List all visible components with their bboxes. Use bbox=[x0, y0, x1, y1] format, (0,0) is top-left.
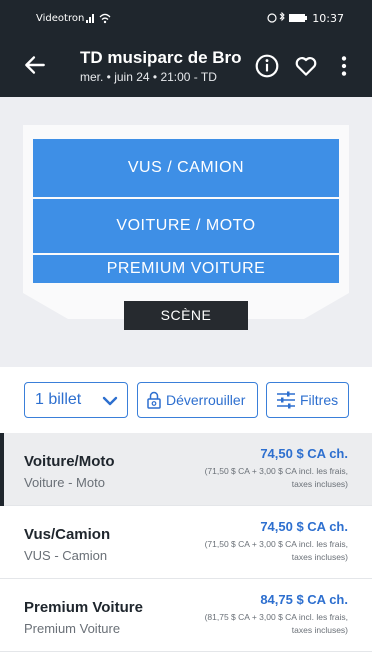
event-title: TD musiparc de Brom bbox=[80, 48, 242, 67]
section-vus-camion[interactable]: VUS / CAMION bbox=[33, 139, 339, 197]
listing-fees-line1: (81,75 $ CA + 3,00 $ CA incl. les frais, bbox=[204, 612, 348, 622]
listing-fees-line2: taxes incluses) bbox=[291, 479, 348, 489]
back-arrow-icon[interactable] bbox=[22, 52, 48, 78]
listing-fees-line1: (71,50 $ CA + 3,00 $ CA incl. les frais, bbox=[204, 466, 348, 476]
quantity-dropdown[interactable]: 1 billet bbox=[24, 382, 128, 418]
listing-fees-line2: taxes incluses) bbox=[291, 552, 348, 562]
more-vertical-icon[interactable] bbox=[331, 53, 357, 79]
listing-name: Vus/Camion bbox=[24, 526, 111, 543]
unlock-button[interactable]: Déverrouiller bbox=[137, 382, 258, 418]
sliders-icon bbox=[277, 391, 295, 409]
listing-subtitle: Voiture - Moto bbox=[24, 475, 105, 490]
filters-label: Filtres bbox=[300, 392, 339, 408]
quantity-label: 1 billet bbox=[35, 391, 82, 408]
listing-price: 74,50 $ CA ch. bbox=[260, 446, 348, 461]
listing-subtitle: Premium Voiture bbox=[24, 621, 121, 636]
section-voiture-moto[interactable]: VOITURE / MOTO bbox=[33, 199, 339, 253]
clock-time: 10:37 bbox=[312, 12, 344, 25]
listing-fees: (71,50 $ CA + 3,00 $ CA incl. les frais,… bbox=[178, 538, 348, 564]
stage-label: SCÈNE bbox=[124, 301, 248, 330]
filters-button[interactable]: Filtres bbox=[266, 382, 349, 418]
status-bar: Videotron 10:37 bbox=[0, 0, 372, 40]
signal-wifi-icon bbox=[86, 13, 111, 24]
listing-vus-camion[interactable]: Vus/Camion VUS - Camion 74,50 $ CA ch. (… bbox=[0, 506, 372, 579]
listing-price: 84,75 $ CA ch. bbox=[260, 592, 348, 607]
heart-icon[interactable] bbox=[293, 53, 319, 79]
chevron-down-icon bbox=[102, 396, 118, 406]
event-subtitle: mer. • juin 24 • 21:00 - TD bbox=[80, 70, 217, 84]
unlock-label: Déverrouiller bbox=[166, 392, 246, 408]
lock-icon bbox=[147, 391, 161, 409]
filter-bar: 1 billet Déverrouiller Filtres bbox=[0, 367, 372, 433]
alarm-bluetooth-battery-icon bbox=[267, 11, 307, 23]
listing-fees: (71,50 $ CA + 3,00 $ CA incl. les frais,… bbox=[178, 465, 348, 491]
carrier-label: Videotron bbox=[36, 13, 85, 24]
venue-map: VUS / CAMION VOITURE / MOTO PREMIUM VOIT… bbox=[0, 97, 372, 367]
listing-fees-line1: (71,50 $ CA + 3,00 $ CA incl. les frais, bbox=[204, 539, 348, 549]
app-bar: TD musiparc de Brom mer. • juin 24 • 21:… bbox=[0, 40, 372, 97]
listing-voiture-moto[interactable]: Voiture/Moto Voiture - Moto 74,50 $ CA c… bbox=[0, 433, 372, 506]
listing-subtitle: VUS - Camion bbox=[24, 548, 108, 563]
info-icon[interactable] bbox=[254, 53, 280, 79]
status-right: 10:37 bbox=[267, 11, 344, 25]
ticket-list: Voiture/Moto Voiture - Moto 74,50 $ CA c… bbox=[0, 433, 372, 652]
listing-name: Voiture/Moto bbox=[24, 453, 115, 470]
listing-price: 74,50 $ CA ch. bbox=[260, 519, 348, 534]
section-premium-voiture[interactable]: PREMIUM VOITURE bbox=[33, 255, 339, 283]
listing-premium-voiture[interactable]: Premium Voiture Premium Voiture 84,75 $ … bbox=[0, 579, 372, 652]
listing-fees-line2: taxes incluses) bbox=[291, 625, 348, 635]
listing-fees: (81,75 $ CA + 3,00 $ CA incl. les frais,… bbox=[178, 611, 348, 637]
listing-name: Premium Voiture bbox=[24, 599, 143, 616]
